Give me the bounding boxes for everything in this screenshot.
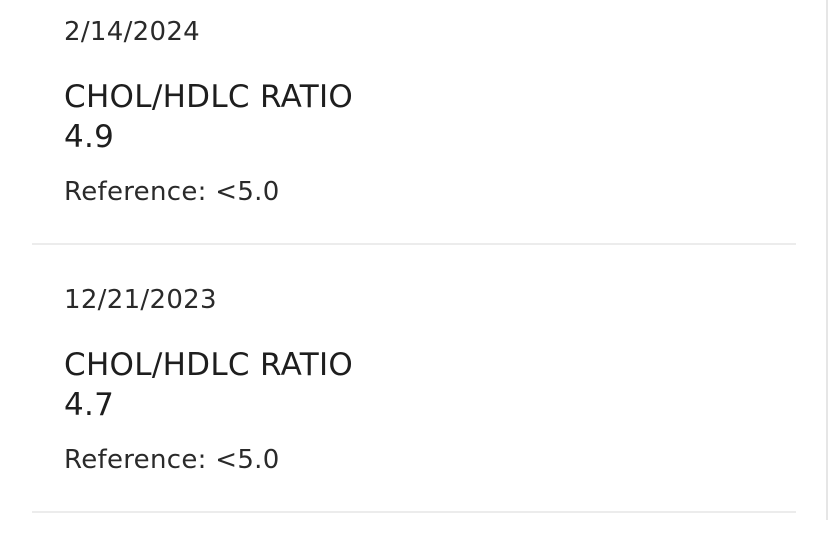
test-name: CHOL/HDLC RATIO [64, 79, 354, 115]
test-name: CHOL/HDLC RATIO [64, 347, 354, 383]
divider [32, 243, 796, 245]
lab-results-list: 2/14/2024 CHOL/HDLC RATIO 4.9 Reference:… [0, 0, 828, 536]
result-value: 4.9 [64, 119, 115, 155]
result-entry[interactable]: 2/14/2024 CHOL/HDLC RATIO 4.9 Reference:… [0, 0, 828, 268]
reference-range: Reference: <5.0 [64, 177, 280, 207]
result-date: 2/14/2024 [64, 17, 201, 47]
result-value: 4.7 [64, 387, 115, 423]
divider [32, 511, 796, 513]
reference-range: Reference: <5.0 [64, 445, 280, 475]
result-entry[interactable]: 12/21/2023 CHOL/HDLC RATIO 4.7 Reference… [0, 268, 828, 536]
result-date: 12/21/2023 [64, 285, 217, 315]
